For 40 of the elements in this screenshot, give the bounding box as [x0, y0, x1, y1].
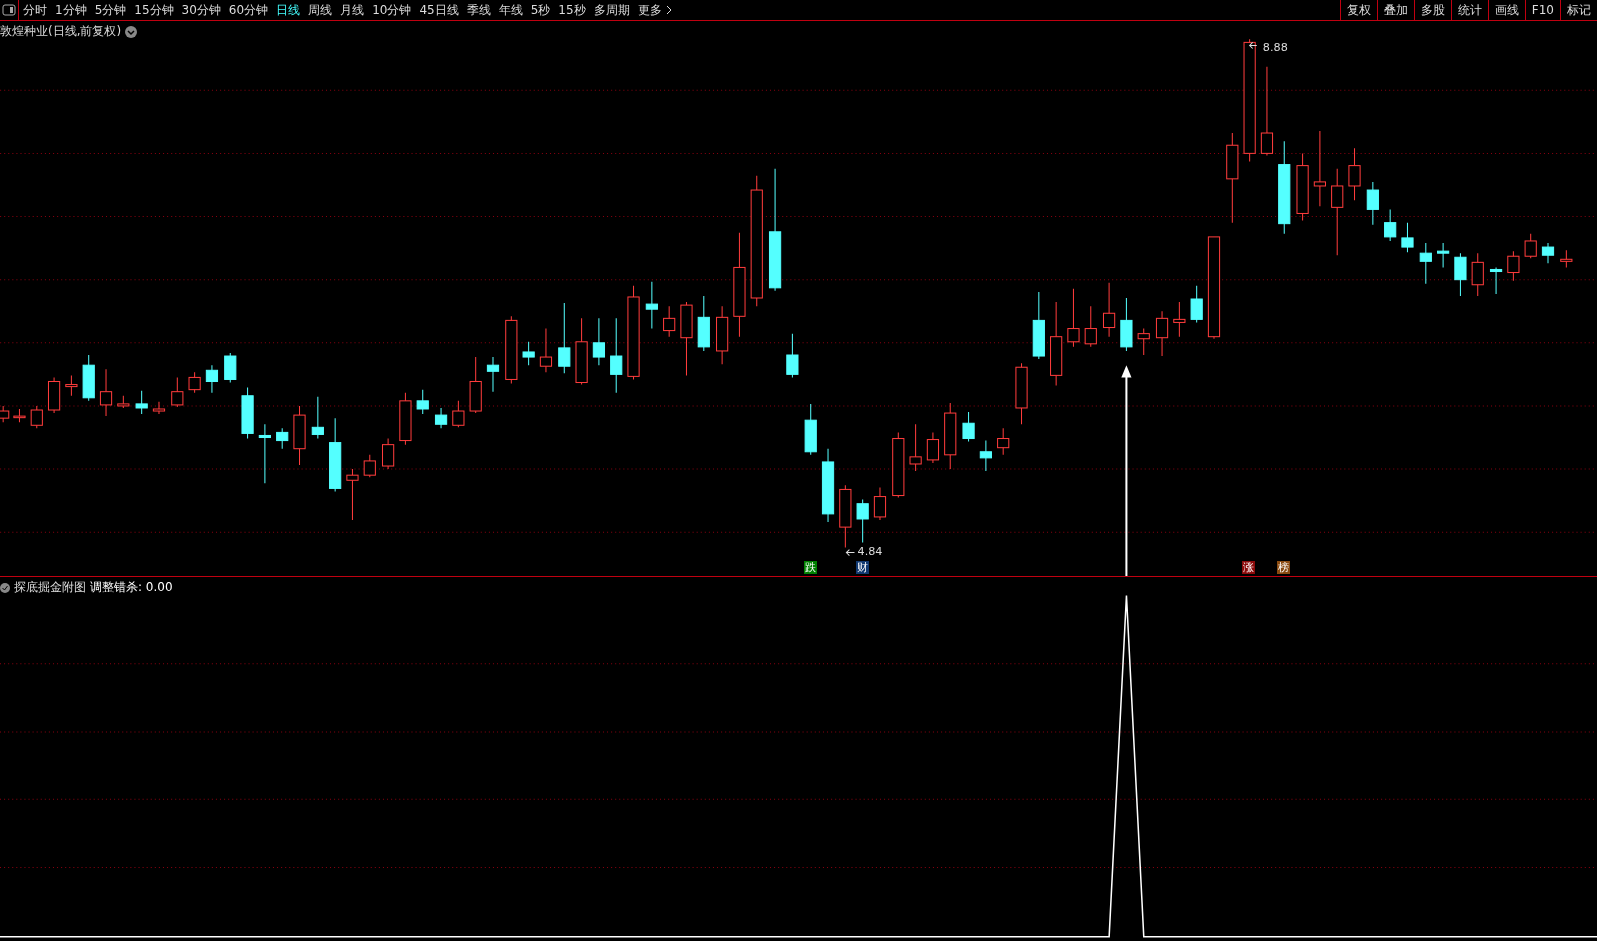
more-button[interactable]: 更多: [633, 0, 666, 20]
check-circle-icon[interactable]: [0, 582, 10, 593]
toolbar-button[interactable]: F10: [1524, 0, 1560, 20]
high-price-label: 8.88: [1262, 40, 1288, 54]
pointer-icon: [1248, 41, 1258, 49]
period-tab[interactable]: 10分钟: [368, 0, 416, 20]
period-tab[interactable]: 日线: [272, 0, 305, 20]
signal-tag: 跌: [803, 561, 817, 574]
pointer-icon: [845, 549, 855, 557]
period-tab[interactable]: 15秒: [554, 0, 590, 20]
indicator-value: 调整错杀: 0.00: [90, 579, 173, 596]
period-tab[interactable]: 5分钟: [90, 0, 131, 20]
period-tab[interactable]: 分时: [19, 0, 51, 20]
toolbar-button[interactable]: 多股: [1413, 0, 1451, 20]
toolbar-button[interactable]: 画线: [1487, 0, 1525, 20]
low-price-label: 4.84: [857, 544, 883, 558]
toolbar-button[interactable]: 复权: [1339, 0, 1377, 20]
signal-tag: 榜: [1277, 561, 1291, 574]
period-tab[interactable]: 45日线: [415, 0, 463, 20]
signal-tag: 财: [855, 561, 869, 574]
panel-toggle-icon[interactable]: [2, 4, 16, 16]
period-tab[interactable]: 季线: [462, 0, 495, 20]
period-tab[interactable]: 5秒: [526, 0, 555, 20]
period-tab[interactable]: 周线: [304, 0, 337, 20]
period-tab[interactable]: 30分钟: [177, 0, 225, 20]
toolbar-button[interactable]: 叠加: [1376, 0, 1414, 20]
dropdown-icon[interactable]: [125, 25, 138, 38]
arrow-icon: [1121, 365, 1132, 576]
period-tab[interactable]: 60分钟: [224, 0, 273, 20]
indicator-title: 探底掘金附图: [14, 579, 86, 596]
chevron-right-icon[interactable]: [665, 5, 672, 15]
chart-title: 敦煌种业(日线,前复权): [0, 23, 122, 40]
period-tab[interactable]: 15分钟: [130, 0, 178, 20]
period-tab[interactable]: 多周期: [589, 0, 634, 20]
signal-tag: 涨: [1241, 561, 1255, 574]
toolbar-button[interactable]: 标记: [1560, 0, 1597, 20]
period-tab[interactable]: 月线: [336, 0, 369, 20]
toolbar-button[interactable]: 统计: [1450, 0, 1488, 20]
period-tab[interactable]: 1分钟: [51, 0, 91, 20]
period-tab[interactable]: 年线: [494, 0, 527, 20]
